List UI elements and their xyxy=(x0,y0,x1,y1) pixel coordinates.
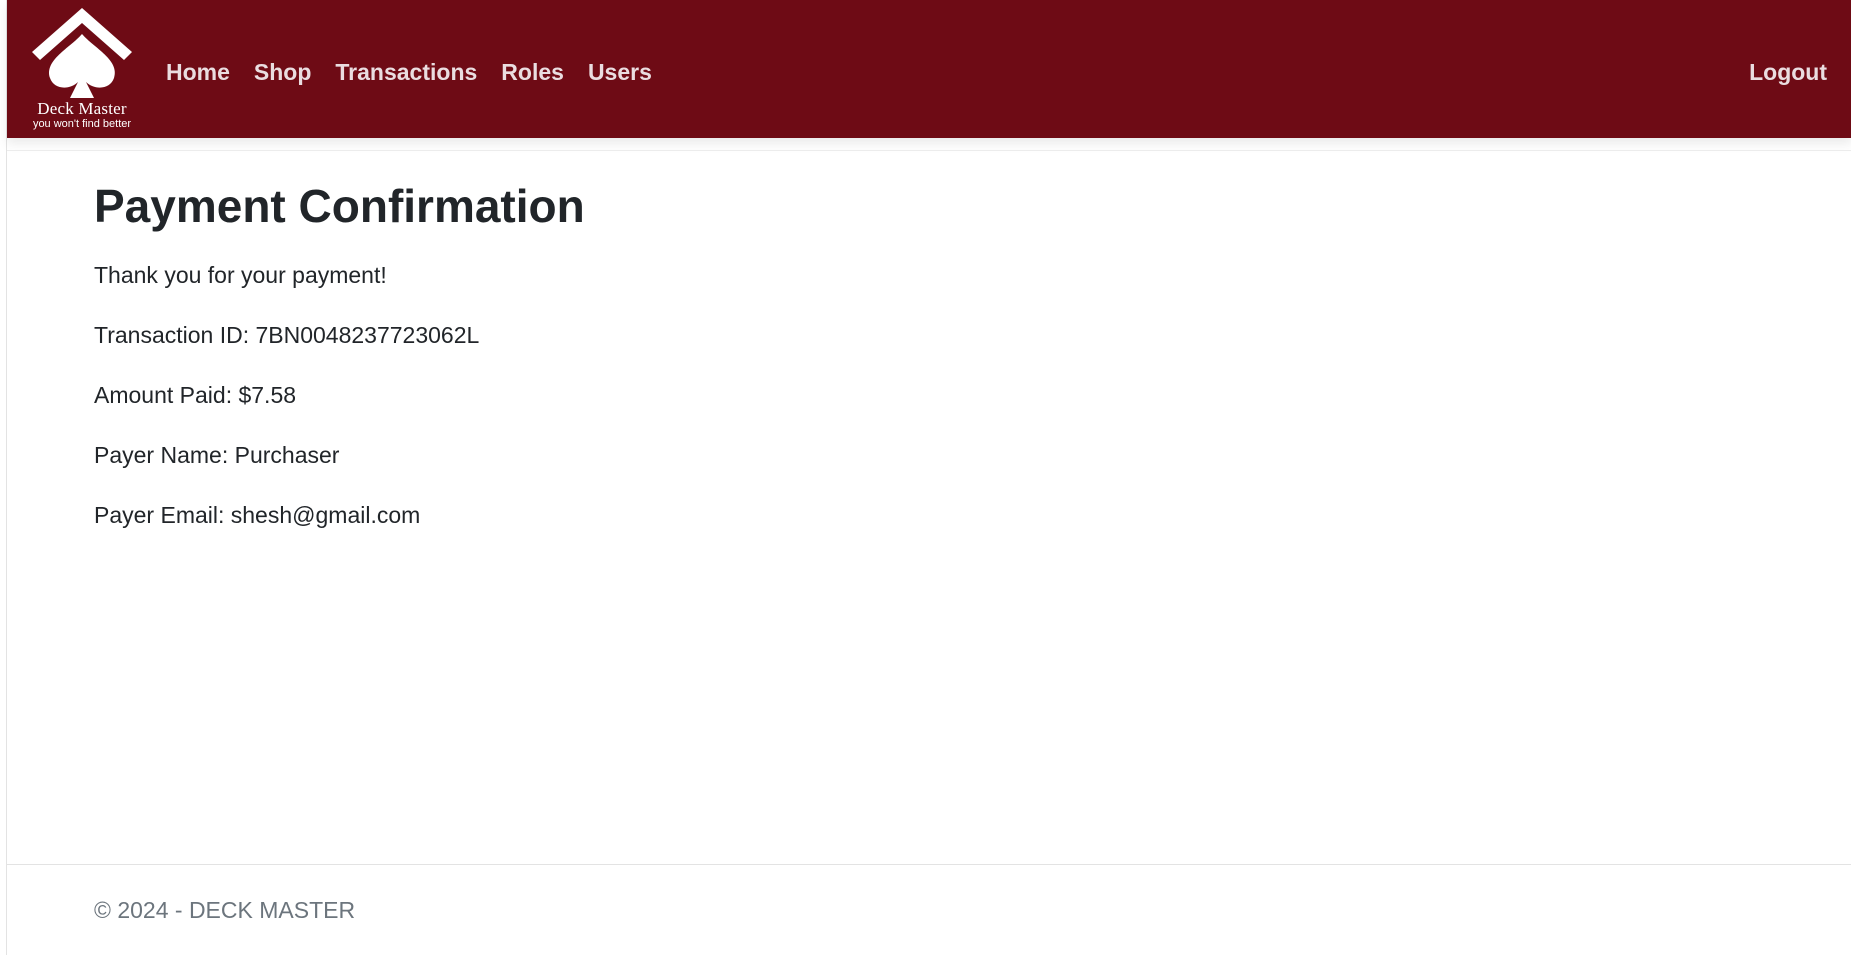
brand-name: Deck Master xyxy=(37,99,127,118)
payer-name: Payer Name: Purchaser xyxy=(94,442,340,468)
nav-users[interactable]: Users xyxy=(588,52,652,92)
amount-paid: Amount Paid: $7.58 xyxy=(94,382,297,408)
spade-icon xyxy=(32,8,132,98)
header-divider xyxy=(7,150,1851,151)
footer-divider xyxy=(7,864,1851,865)
nav-transactions[interactable]: Transactions xyxy=(335,52,477,92)
thank-you-message: Thank you for your payment! xyxy=(94,262,387,288)
main-nav: Home Shop Transactions Roles Users xyxy=(166,52,676,92)
footer-copyright: © 2024 - DECK MASTER xyxy=(94,897,356,923)
transaction-id: Transaction ID: 7BN0048237723062L xyxy=(94,322,480,348)
app-frame: Deck Master you won't find better Home S… xyxy=(6,0,1851,955)
nav-shop[interactable]: Shop xyxy=(254,52,312,92)
logout-link[interactable]: Logout xyxy=(1749,52,1827,92)
brand-tagline: you won't find better xyxy=(32,118,132,130)
nav-home[interactable]: Home xyxy=(166,52,230,92)
navbar: Deck Master you won't find better Home S… xyxy=(7,0,1851,138)
nav-roles[interactable]: Roles xyxy=(501,52,564,92)
brand-logo[interactable]: Deck Master you won't find better xyxy=(24,8,140,132)
page-title: Payment Confirmation xyxy=(94,180,585,232)
main-content: Payment Confirmation Thank you for your … xyxy=(94,174,585,560)
payer-email: Payer Email: shesh@gmail.com xyxy=(94,502,421,528)
